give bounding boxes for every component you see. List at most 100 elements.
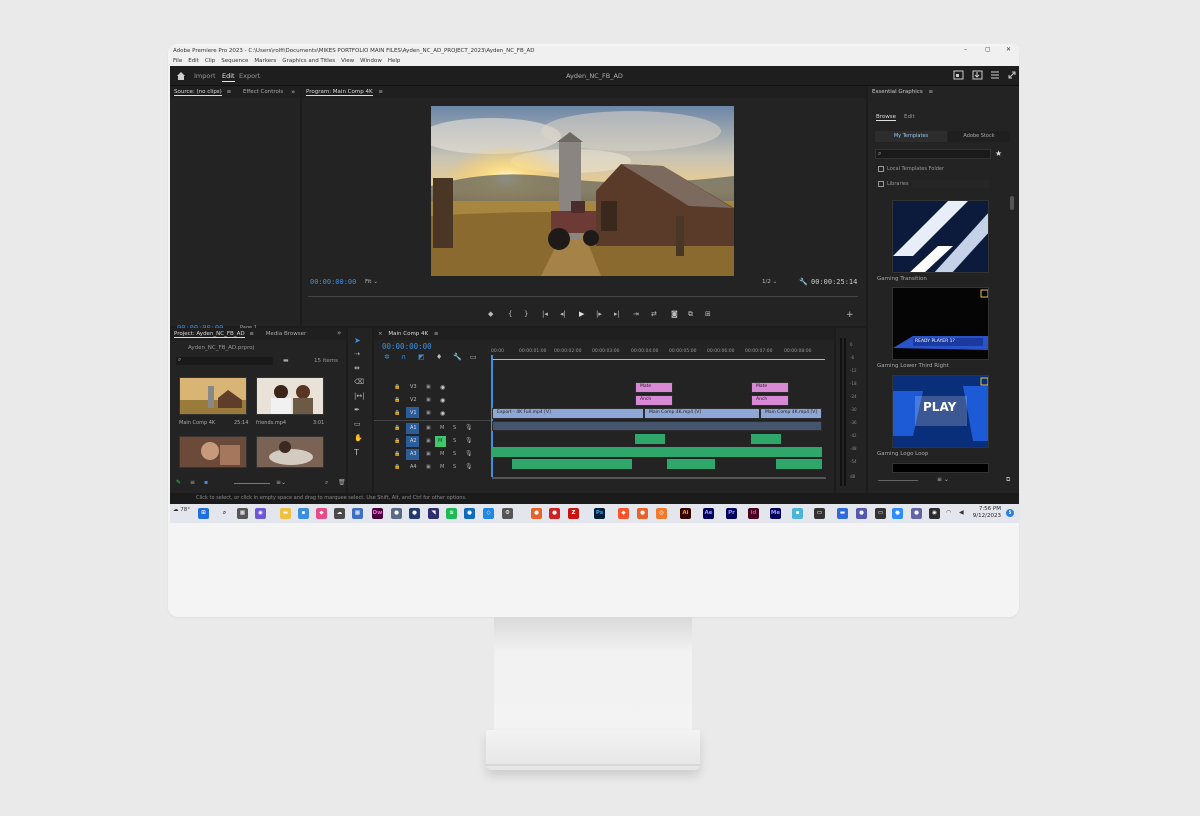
- eye-icon[interactable]: ◉: [440, 384, 445, 391]
- panel-expand-icon[interactable]: »: [337, 329, 341, 337]
- close-sequence-icon[interactable]: ×: [378, 331, 383, 337]
- tray-chevron-icon[interactable]: ︿: [932, 509, 938, 518]
- eg-scrollbar[interactable]: [1010, 196, 1014, 210]
- filezilla-icon[interactable]: Z: [568, 508, 579, 519]
- star-icon[interactable]: ★: [995, 149, 1002, 158]
- sync-icon[interactable]: ▣: [426, 451, 431, 457]
- panel-menu-icon[interactable]: ≡: [227, 89, 232, 95]
- close-button[interactable]: ✕: [1006, 46, 1011, 53]
- template-next[interactable]: [892, 463, 989, 473]
- start-icon[interactable]: ⊞: [198, 508, 209, 519]
- selection-tool-icon[interactable]: ➤: [354, 336, 361, 345]
- blender-icon[interactable]: ◎: [656, 508, 667, 519]
- lock-icon[interactable]: 🔒: [394, 384, 400, 390]
- clock[interactable]: 7:56 PM 9/12/2023: [973, 506, 1001, 520]
- slip-tool-icon[interactable]: |↔|: [354, 392, 365, 400]
- clip-v3-b[interactable]: Mate: [751, 382, 789, 393]
- template-gaming-lower-third[interactable]: READY PLAYER 1?: [892, 287, 989, 360]
- local-templates-checkbox[interactable]: [878, 166, 884, 172]
- project-search-input[interactable]: ⌕: [176, 356, 273, 365]
- fit-dropdown[interactable]: Fit ⌄: [365, 279, 378, 285]
- lock-icon[interactable]: 🔒: [394, 464, 400, 470]
- clip-v1-b[interactable]: Main Comp 4K.mp4 [V]: [644, 408, 760, 419]
- lock-icon[interactable]: 🔒: [394, 410, 400, 416]
- media-encoder-icon[interactable]: Me: [770, 508, 781, 519]
- solo-button[interactable]: S: [453, 425, 456, 431]
- spotify-icon[interactable]: ≋: [446, 508, 457, 519]
- eye-icon[interactable]: ◉: [440, 397, 445, 404]
- linked-selection-icon[interactable]: ∩: [401, 353, 406, 361]
- insert-icon[interactable]: ⇥: [633, 310, 639, 318]
- tab-edit[interactable]: Edit: [222, 72, 235, 82]
- eg-tab-browse[interactable]: Browse: [876, 114, 897, 121]
- minimize-button[interactable]: –: [964, 46, 967, 53]
- tab-project[interactable]: Project: Ayden_NC_FB_AD: [174, 331, 245, 338]
- menu-clip[interactable]: Clip: [205, 57, 215, 66]
- menu-graphics[interactable]: Graphics and Titles: [282, 57, 335, 66]
- pencil-icon[interactable]: ✎: [176, 479, 181, 486]
- clip-a2-a[interactable]: [635, 434, 665, 444]
- step-back-icon[interactable]: ◂|: [560, 310, 566, 318]
- work-area-bar[interactable]: [491, 359, 825, 360]
- eg-my-templates-tab[interactable]: My Templates: [875, 131, 947, 142]
- overwrite-icon[interactable]: ⇄: [651, 310, 657, 318]
- mute-button[interactable]: M: [440, 425, 444, 431]
- volume-icon[interactable]: ◀: [959, 509, 964, 516]
- app-icon[interactable]: ⚙: [502, 508, 513, 519]
- menu-sequence[interactable]: Sequence: [221, 57, 248, 66]
- teams-icon[interactable]: ●: [856, 508, 867, 519]
- program-timecode[interactable]: 00:00:00:00: [310, 278, 356, 286]
- pen-tool-icon[interactable]: ✒: [354, 406, 360, 414]
- mark-out-icon[interactable]: }: [524, 310, 528, 318]
- program-menu-icon[interactable]: ≡: [378, 89, 383, 95]
- program-preview[interactable]: [431, 106, 734, 276]
- clip-v3-a[interactable]: Mate: [635, 382, 673, 393]
- app-icon[interactable]: ▭: [875, 508, 886, 519]
- ripple-edit-icon[interactable]: ⇹: [354, 364, 360, 372]
- app-icon[interactable]: ▬: [837, 508, 848, 519]
- cloud-icon[interactable]: ☁: [334, 508, 345, 519]
- project-item-3[interactable]: [179, 436, 247, 468]
- menu-view[interactable]: View: [341, 57, 354, 66]
- project-item-4[interactable]: [256, 436, 324, 468]
- app-icon[interactable]: ▭: [814, 508, 825, 519]
- solo-button[interactable]: S: [453, 451, 456, 457]
- add-button-icon[interactable]: +: [846, 310, 854, 320]
- mic-icon[interactable]: 🎙: [465, 437, 473, 444]
- home-icon[interactable]: [176, 71, 186, 80]
- sync-icon[interactable]: ▣: [426, 425, 431, 431]
- paint-icon[interactable]: ●: [391, 508, 402, 519]
- clip-a3[interactable]: [492, 447, 822, 457]
- sync-icon[interactable]: ▣: [426, 410, 431, 416]
- eg-zoom-slider[interactable]: [878, 480, 918, 481]
- comparison-icon[interactable]: ⧉: [688, 310, 693, 319]
- timeline-timecode[interactable]: 00:00:00:00: [382, 342, 432, 351]
- app-icon[interactable]: ●: [531, 508, 542, 519]
- sync-icon[interactable]: ▣: [426, 384, 431, 390]
- project-item-friends[interactable]: [256, 377, 324, 415]
- vr-icon[interactable]: ⊞: [705, 310, 711, 318]
- tab-program[interactable]: Program: Main Comp 4K: [306, 89, 373, 96]
- solo-button[interactable]: S: [453, 438, 456, 444]
- clip-a1[interactable]: [492, 421, 822, 431]
- list-view-icon[interactable]: ≡: [190, 479, 195, 486]
- menu-window[interactable]: Window: [360, 57, 382, 66]
- rectangle-tool-icon[interactable]: ▭: [354, 420, 361, 428]
- tab-media-browser[interactable]: Media Browser: [266, 331, 307, 337]
- chat-icon[interactable]: ◉: [255, 508, 266, 519]
- notification-icon[interactable]: 5: [1006, 509, 1014, 517]
- indesign-icon[interactable]: Id: [748, 508, 759, 519]
- template-gaming-logo-loop[interactable]: PLAY: [892, 375, 989, 448]
- menu-markers[interactable]: Markers: [254, 57, 276, 66]
- tab-import[interactable]: Import: [194, 72, 216, 80]
- lock-icon[interactable]: 🔒: [394, 438, 400, 444]
- illustrator-icon[interactable]: Ai: [680, 508, 691, 519]
- list-view-icon[interactable]: ≡ ⌄: [937, 476, 949, 483]
- type-tool-icon[interactable]: T: [354, 448, 359, 457]
- wrench-icon[interactable]: 🔧: [453, 353, 462, 361]
- sync-icon[interactable]: ▣: [426, 464, 431, 470]
- project-item-main-comp[interactable]: [179, 377, 247, 415]
- calculator-icon[interactable]: ▦: [352, 508, 363, 519]
- go-to-out-icon[interactable]: ▸|: [614, 310, 620, 318]
- eg-search-input[interactable]: ⌕: [875, 149, 991, 159]
